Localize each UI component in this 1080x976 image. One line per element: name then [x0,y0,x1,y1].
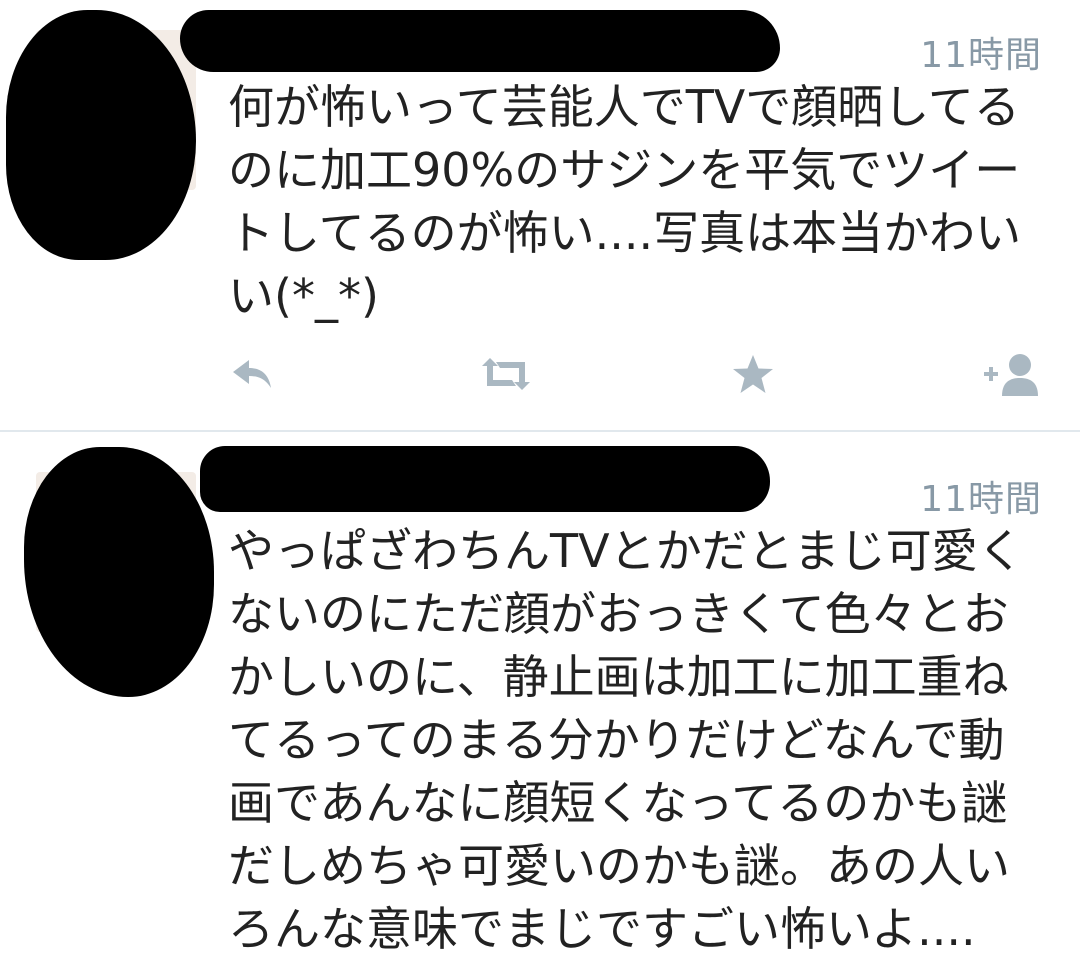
follow-button[interactable] [982,346,1044,402]
redaction-mark [6,10,196,260]
timestamp[interactable]: 11時間 [920,470,1042,522]
tweet-item[interactable]: 11時間 やっぱざわちんTVとかだとまじ可愛くないのにただ顔がおっきくて色々とお… [0,432,1080,976]
favorite-button[interactable] [728,346,778,402]
retweet-icon [478,356,534,392]
reply-icon [231,356,275,392]
reply-button[interactable] [228,346,278,402]
tweet-item[interactable]: 11時間 何が怖いって芸能人でTVで顔晒してるのに加工90%のサジンを平気でツイ… [0,0,1080,430]
avatar[interactable] [6,10,196,260]
redaction-mark [180,10,780,72]
avatar[interactable] [24,447,214,697]
follow-icon [982,352,1044,396]
redaction-mark [24,447,214,697]
retweet-button[interactable] [476,346,536,402]
redaction-mark [200,446,770,512]
star-icon [731,353,775,395]
tweet-text: 何が怖いって芸能人でTVで顔晒してるのに加工90%のサジンを平気でツイートしてる… [228,80,1022,323]
tweet-text: やっぱざわちんTVとかだとまじ可愛くないのにただ顔がおっきくて色々とおかしいのに… [228,524,1024,956]
tweet-actions [228,346,1044,402]
timestamp[interactable]: 11時間 [920,26,1042,78]
